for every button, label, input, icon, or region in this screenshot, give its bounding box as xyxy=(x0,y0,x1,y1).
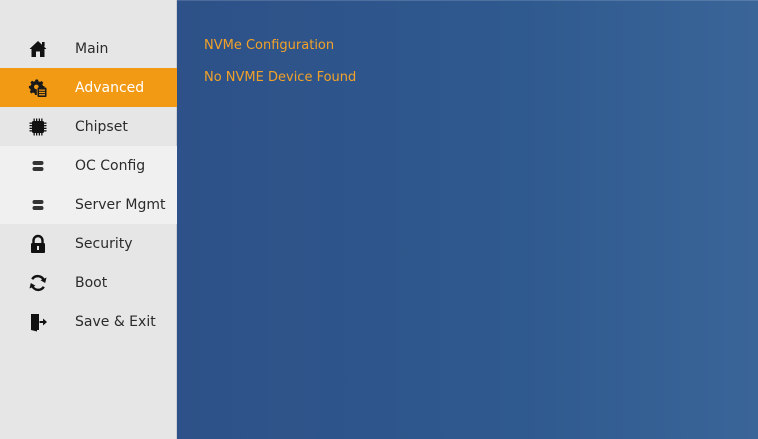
sidebar-item-label: Main xyxy=(75,40,109,57)
sidebar-item-label: Boot xyxy=(75,274,108,291)
sidebar-item-label: Security xyxy=(75,235,133,252)
sidebar-item-boot[interactable]: Boot xyxy=(0,263,177,302)
sidebar-item-chipset[interactable]: Chipset xyxy=(0,107,177,146)
sidebar: Main Advanced Chipset OC Config Server M… xyxy=(0,0,177,439)
sidebar-item-label: Advanced xyxy=(75,79,145,96)
sidebar-item-oc-config[interactable]: OC Config xyxy=(0,146,177,185)
sidebar-item-security[interactable]: Security xyxy=(0,224,177,263)
refresh-icon xyxy=(28,273,48,293)
sidebar-item-label: Save & Exit xyxy=(75,313,156,330)
sidebar-item-label: Chipset xyxy=(75,118,128,135)
sidebar-item-main[interactable]: Main xyxy=(0,29,177,68)
home-icon xyxy=(28,39,48,59)
bios-setup-screen: Main Advanced Chipset OC Config Server M… xyxy=(0,0,758,439)
sidebar-item-label: OC Config xyxy=(75,157,146,174)
toggle-icon xyxy=(28,195,48,215)
sidebar-item-save-exit[interactable]: Save & Exit xyxy=(0,302,177,341)
lock-icon xyxy=(28,234,48,254)
sidebar-item-advanced[interactable]: Advanced xyxy=(0,68,177,107)
advanced-settings-icon xyxy=(28,78,48,98)
sidebar-item-label: Server Mgmt xyxy=(75,196,166,213)
section-title[interactable]: NVMe Configuration xyxy=(204,38,334,53)
chip-icon xyxy=(28,117,48,137)
sidebar-item-server-mgmt[interactable]: Server Mgmt xyxy=(0,185,177,224)
main-panel: NVMe Configuration No NVME Device Found xyxy=(177,0,758,439)
exit-door-icon xyxy=(28,312,48,332)
status-message: No NVME Device Found xyxy=(204,70,357,85)
toggle-icon xyxy=(28,156,48,176)
sidebar-menu: Main Advanced Chipset OC Config Server M… xyxy=(0,29,177,341)
